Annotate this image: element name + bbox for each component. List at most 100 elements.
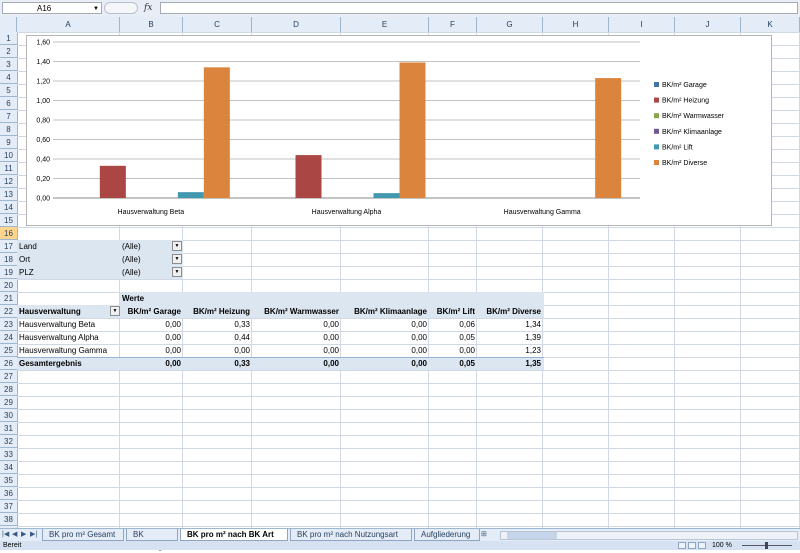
sheet-tab[interactable]: BK pro m² Gesamt [42, 529, 124, 541]
row-header[interactable]: 2 [0, 45, 17, 58]
pivot-cell[interactable]: 0,00 [120, 344, 183, 357]
row-header[interactable]: 37 [0, 500, 17, 513]
cell-grid[interactable]: Land (Alle) ▼ Ort (Alle) ▼ PLZ (Alle) ▼ … [17, 32, 800, 528]
row-header[interactable]: 11 [0, 162, 17, 175]
pivot-row-label[interactable]: Hausverwaltung Beta [17, 318, 97, 331]
last-sheet-icon[interactable]: ▶| [30, 530, 37, 538]
pivot-cell[interactable]: 0,33 [183, 318, 252, 331]
row-header[interactable]: 25 [0, 344, 17, 357]
scrollbar-thumb[interactable] [507, 532, 557, 539]
row-header[interactable]: 10 [0, 149, 17, 162]
page-layout-icon[interactable] [688, 542, 696, 549]
first-sheet-icon[interactable]: |◀ [2, 530, 9, 538]
row-header[interactable]: 1 [0, 32, 17, 45]
chevron-down-icon[interactable]: ▼ [172, 241, 182, 251]
row-header[interactable]: 32 [0, 435, 17, 448]
column-header[interactable]: I [609, 17, 675, 32]
row-header[interactable]: 13 [0, 188, 17, 201]
select-all-corner[interactable] [0, 17, 17, 32]
pivot-cell[interactable]: 0,44 [183, 331, 252, 344]
normal-view-icon[interactable] [678, 542, 686, 549]
column-header[interactable]: J [675, 17, 741, 32]
pivot-cell[interactable]: 0,00 [341, 331, 429, 344]
column-header[interactable]: C [183, 17, 252, 32]
row-header[interactable]: 38 [0, 513, 17, 526]
row-header[interactable]: 29 [0, 396, 17, 409]
row-header[interactable]: 7 [0, 110, 17, 123]
column-header[interactable]: K [741, 17, 800, 32]
row-header[interactable]: 28 [0, 383, 17, 396]
pivot-cell[interactable]: 0,06 [429, 318, 477, 331]
column-header[interactable]: D [252, 17, 341, 32]
row-header[interactable]: 30 [0, 409, 17, 422]
pivot-cell[interactable]: 0,00 [120, 331, 183, 344]
insert-sheet-icon[interactable]: ⊞ [481, 530, 487, 538]
row-header[interactable]: 19 [0, 266, 17, 279]
sheet-tab[interactable]: BK Heizung [126, 529, 178, 551]
row-header[interactable]: 33 [0, 448, 17, 461]
row-header[interactable]: 8 [0, 123, 17, 136]
row-header[interactable]: 26 [0, 357, 17, 370]
pivot-row-label[interactable]: Hausverwaltung Gamma [17, 344, 109, 357]
pivot-cell[interactable]: 0,00 [429, 344, 477, 357]
row-header[interactable]: 18 [0, 253, 17, 266]
bar-chart[interactable]: 0,00 0,20 0,40 0,60 0,80 1,00 1,20 1,40 1,60 Haus… [26, 35, 772, 226]
zoom-level[interactable]: 100 % [712, 541, 732, 550]
insert-function-button[interactable]: fx [144, 2, 152, 14]
row-header[interactable]: 4 [0, 71, 17, 84]
column-header[interactable]: F [429, 17, 477, 32]
page-break-icon[interactable] [698, 542, 706, 549]
sheet-tab[interactable]: BK pro m² nach Nutzungsart [290, 529, 412, 541]
pivot-row-label[interactable]: Hausverwaltung Alpha [17, 331, 101, 344]
next-sheet-icon[interactable]: ▶ [21, 530, 26, 538]
row-header[interactable]: 6 [0, 97, 17, 110]
zoom-slider-knob[interactable] [765, 542, 768, 549]
row-header[interactable]: 20 [0, 279, 17, 292]
pivot-cell[interactable]: 0,00 [252, 331, 341, 344]
column-header[interactable]: B [120, 17, 183, 32]
column-header[interactable]: A [17, 17, 120, 32]
chevron-down-icon[interactable]: ▼ [172, 254, 182, 264]
row-header[interactable]: 34 [0, 461, 17, 474]
row-header[interactable]: 5 [0, 84, 17, 97]
pivot-cell[interactable]: 0,00 [252, 344, 341, 357]
pivot-cell[interactable]: 1,39 [477, 331, 543, 344]
chevron-down-icon[interactable]: ▼ [172, 267, 182, 277]
row-header[interactable]: 24 [0, 331, 17, 344]
formula-input[interactable] [160, 2, 798, 14]
filter-value[interactable]: (Alle) [120, 266, 143, 279]
row-header[interactable]: 23 [0, 318, 17, 331]
pivot-cell[interactable]: 0,00 [341, 344, 429, 357]
sheet-tab[interactable]: Aufgliederung [414, 529, 480, 541]
filter-value[interactable]: (Alle) [120, 240, 143, 253]
pivot-cell[interactable]: 1,23 [477, 344, 543, 357]
row-header[interactable]: 27 [0, 370, 17, 383]
column-header[interactable]: E [341, 17, 429, 32]
pivot-cell[interactable]: 0,05 [429, 331, 477, 344]
row-header[interactable]: 17 [0, 240, 17, 253]
row-header[interactable]: 21 [0, 292, 17, 305]
chevron-down-icon[interactable]: ▼ [110, 306, 120, 316]
row-header[interactable]: 22 [0, 305, 17, 318]
pivot-cell[interactable]: 0,00 [341, 318, 429, 331]
chevron-down-icon[interactable]: ▼ [93, 3, 99, 15]
row-header[interactable]: 16 [0, 227, 17, 240]
row-header[interactable]: 3 [0, 58, 17, 71]
row-header[interactable]: 12 [0, 175, 17, 188]
column-header[interactable]: G [477, 17, 543, 32]
pivot-cell[interactable]: 0,00 [252, 318, 341, 331]
row-header[interactable]: 31 [0, 422, 17, 435]
name-box[interactable]: A16 ▼ [2, 2, 102, 14]
row-header[interactable]: 36 [0, 487, 17, 500]
filter-value[interactable]: (Alle) [120, 253, 143, 266]
pivot-cell[interactable]: 1,34 [477, 318, 543, 331]
row-header[interactable]: 35 [0, 474, 17, 487]
prev-sheet-icon[interactable]: ◀ [12, 530, 17, 538]
column-header[interactable]: H [543, 17, 609, 32]
pivot-cell[interactable]: 0,00 [183, 344, 252, 357]
formula-edit-buttons[interactable] [104, 2, 138, 14]
row-header[interactable]: 14 [0, 201, 17, 214]
pivot-cell[interactable]: 0,00 [120, 318, 183, 331]
sheet-tab[interactable]: BK pro m² nach BK Art [180, 529, 288, 541]
horizontal-scrollbar[interactable] [500, 531, 798, 540]
